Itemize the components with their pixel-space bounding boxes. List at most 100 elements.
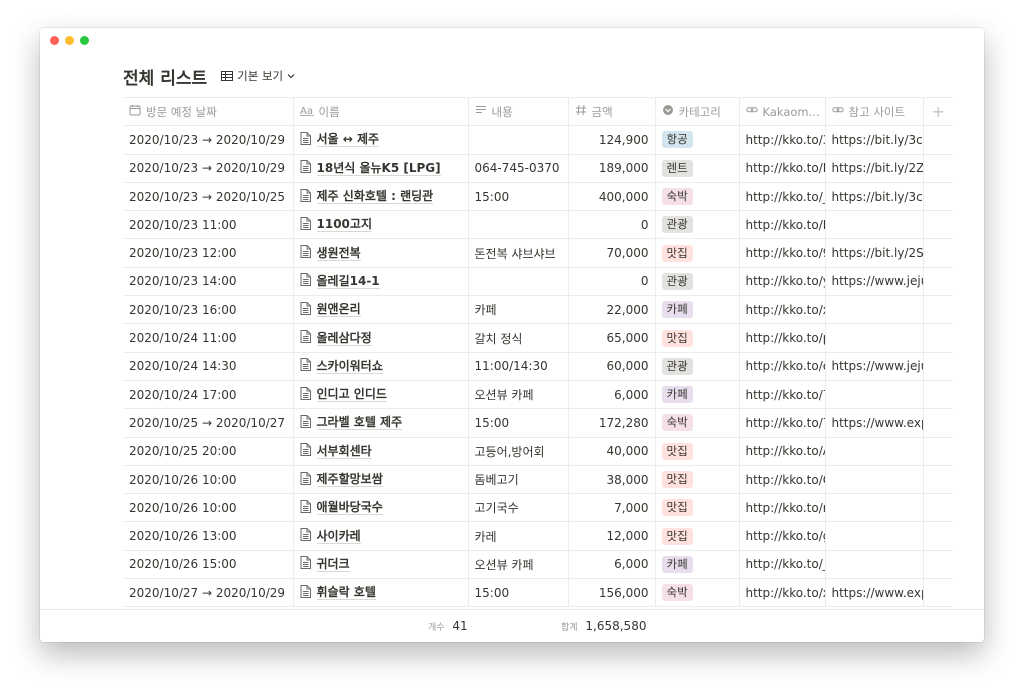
name-cell[interactable]: 18년식 올뉴K5 [LPG] <box>293 154 469 183</box>
category-cell[interactable]: 맛집 <box>655 465 740 495</box>
kakao-link-cell[interactable]: http://kko.to/OA <box>739 465 826 495</box>
category-cell[interactable]: 카페 <box>655 550 740 580</box>
date-cell[interactable]: 2020/10/23 → 2020/10/25 <box>123 182 294 212</box>
kakao-link-cell[interactable]: http://kko.to/nlk <box>739 493 826 523</box>
date-cell[interactable]: 2020/10/23 11:00 <box>123 210 294 240</box>
reference-link-cell[interactable] <box>825 323 924 353</box>
table-row[interactable]: 2020/10/26 15:00 귀더크 오션뷰 카페 6,000 카페 http://k… <box>123 550 953 580</box>
reference-link-cell[interactable]: https://bit.ly/3ccG <box>825 182 924 212</box>
reference-link-cell[interactable] <box>825 521 924 551</box>
table-row[interactable]: 2020/10/23 → 2020/10/29 서울 ↔ 제주 124,900 항공 h… <box>123 125 953 155</box>
category-cell[interactable]: 카페 <box>655 380 740 410</box>
amount-cell[interactable]: 70,000 <box>568 238 656 268</box>
amount-cell[interactable]: 189,000 <box>568 154 656 183</box>
table-row[interactable]: 2020/10/24 14:30 스카이워터쇼 11:00/14:30 60,000 관… <box>123 352 953 381</box>
amount-cell[interactable]: 6,000 <box>568 550 656 580</box>
table-row[interactable]: 2020/10/26 13:00 사이카레 카레 12,000 맛집 http://kko… <box>123 521 953 551</box>
date-cell[interactable]: 2020/10/23 → 2020/10/29 <box>123 154 294 183</box>
kakao-link-cell[interactable]: http://kko.to/x7 <box>739 578 826 608</box>
page-link[interactable]: 사이카레 <box>300 528 462 544</box>
kakao-link-cell[interactable]: http://kko.to/KjE <box>739 210 826 240</box>
minimize-window-button[interactable] <box>65 36 74 45</box>
date-cell[interactable]: 2020/10/25 → 2020/10/27 <box>123 408 294 438</box>
amount-cell[interactable]: 7,000 <box>568 493 656 523</box>
page-link[interactable]: 원앤온리 <box>300 301 462 318</box>
close-window-button[interactable] <box>50 36 59 45</box>
name-cell[interactable]: 인디고 인디드 <box>293 380 469 410</box>
kakao-link-cell[interactable]: http://kko.to/Kla <box>739 154 826 183</box>
table-row[interactable]: 2020/10/26 10:00 제주할망보쌈 돔베고기 38,000 맛집 http:/… <box>123 465 953 495</box>
amount-cell[interactable]: 12,000 <box>568 521 656 551</box>
amount-cell[interactable]: 40,000 <box>568 437 656 466</box>
content-cell[interactable]: 돈전복 샤브샤브 <box>468 238 569 268</box>
kakao-link-cell[interactable]: http://kko.to/7x <box>739 408 826 438</box>
table-row[interactable]: 2020/10/23 → 2020/10/25 제주 신화호텔 : 랜딩관 15:0… <box>123 182 953 212</box>
table-row[interactable]: 2020/10/23 16:00 원앤온리 카페 22,000 카페 http://kko… <box>123 295 953 325</box>
name-cell[interactable]: 올레길14-1 <box>293 267 469 297</box>
table-row[interactable]: 2020/10/23 → 2020/10/29 18년식 올뉴K5 [LPG] 06… <box>123 154 953 183</box>
amount-cell[interactable]: 172,280 <box>568 408 656 438</box>
amount-cell[interactable]: 60,000 <box>568 352 656 381</box>
name-cell[interactable]: 그라벨 호텔 제주 <box>293 408 469 438</box>
date-cell[interactable]: 2020/10/26 10:00 <box>123 465 294 495</box>
date-cell[interactable]: 2020/10/26 10:00 <box>123 493 294 523</box>
page-link[interactable]: 애월바당국수 <box>300 499 462 516</box>
content-cell[interactable] <box>468 210 569 240</box>
name-cell[interactable]: 1100고지 <box>293 210 469 240</box>
name-cell[interactable]: 서부회센타 <box>293 437 469 466</box>
amount-cell[interactable]: 65,000 <box>568 323 656 353</box>
content-cell[interactable] <box>468 125 569 155</box>
amount-cell[interactable]: 156,000 <box>568 578 656 608</box>
amount-cell[interactable]: 38,000 <box>568 465 656 495</box>
page-link[interactable]: 제주 신화호텔 : 랜딩관 <box>300 188 462 205</box>
amount-cell[interactable]: 400,000 <box>568 182 656 212</box>
category-cell[interactable]: 맛집 <box>655 493 740 523</box>
name-cell[interactable]: 사이카레 <box>293 521 469 551</box>
content-cell[interactable] <box>468 267 569 297</box>
reference-link-cell[interactable] <box>825 437 924 466</box>
reference-link-cell[interactable] <box>825 295 924 325</box>
name-cell[interactable]: 서울 ↔ 제주 <box>293 125 469 155</box>
category-cell[interactable]: 관광 <box>655 352 740 381</box>
name-cell[interactable]: 원앤온리 <box>293 295 469 325</box>
name-cell[interactable]: 휘슬락 호텔 <box>293 578 469 608</box>
table-row[interactable]: 2020/10/24 11:00 올레삼다정 갈치 정식 65,000 맛집 http:/… <box>123 323 953 353</box>
view-switcher[interactable]: 기본 보기 <box>221 68 295 84</box>
content-cell[interactable]: 카페 <box>468 295 569 325</box>
reference-link-cell[interactable] <box>825 380 924 410</box>
date-cell[interactable]: 2020/10/23 → 2020/10/29 <box>123 125 294 155</box>
column-header-amount[interactable]: 금액 <box>568 97 656 127</box>
table-row[interactable]: 2020/10/23 12:00 생원전복 돈전복 샤브샤브 70,000 맛집 http… <box>123 238 953 268</box>
date-cell[interactable]: 2020/10/23 16:00 <box>123 295 294 325</box>
table-row[interactable]: 2020/10/27 → 2020/10/29 휘슬락 호텔 15:00 156,00… <box>123 578 953 608</box>
amount-cell[interactable]: 124,900 <box>568 125 656 155</box>
table-row[interactable]: 2020/10/23 14:00 올레길14-1 0 관광 http://kko.to/… <box>123 267 953 297</box>
name-cell[interactable]: 생원전복 <box>293 238 469 268</box>
page-link[interactable]: 18년식 올뉴K5 [LPG] <box>300 160 462 176</box>
content-cell[interactable]: 15:00 <box>468 408 569 438</box>
date-cell[interactable]: 2020/10/26 15:00 <box>123 550 294 580</box>
category-cell[interactable]: 관광 <box>655 210 740 240</box>
kakao-link-cell[interactable]: http://kko.to/9N <box>739 238 826 268</box>
column-header-content[interactable]: 내용 <box>468 97 569 127</box>
reference-link-cell[interactable]: https://www.expe <box>825 408 924 438</box>
amount-cell[interactable]: 0 <box>568 210 656 240</box>
category-cell[interactable]: 렌트 <box>655 154 740 183</box>
kakao-link-cell[interactable]: http://kko.to/eN <box>739 352 826 381</box>
category-cell[interactable]: 숙박 <box>655 408 740 438</box>
content-cell[interactable]: 15:00 <box>468 182 569 212</box>
amount-cell[interactable]: 6,000 <box>568 380 656 410</box>
table-row[interactable]: 2020/10/25 20:00 서부회센타 고등어,방어회 40,000 맛집 http… <box>123 437 953 466</box>
reference-link-cell[interactable] <box>825 210 924 240</box>
maximize-window-button[interactable] <box>80 36 89 45</box>
table-row[interactable]: 2020/10/24 17:00 인디고 인디드 오션뷰 카페 6,000 카페 http… <box>123 380 953 410</box>
column-header-kakao[interactable]: Kakaom... <box>739 97 826 127</box>
sum-summary[interactable]: 합계 1,658,580 <box>561 619 646 633</box>
reference-link-cell[interactable] <box>825 493 924 523</box>
column-header-date[interactable]: 방문 예정 날짜 <box>123 97 294 127</box>
name-cell[interactable]: 제주할망보쌈 <box>293 465 469 495</box>
content-cell[interactable]: 오션뷰 카페 <box>468 380 569 410</box>
kakao-link-cell[interactable]: http://kko.to/g0 <box>739 521 826 551</box>
date-cell[interactable]: 2020/10/24 14:30 <box>123 352 294 381</box>
reference-link-cell[interactable]: https://www.jejude <box>825 352 924 381</box>
